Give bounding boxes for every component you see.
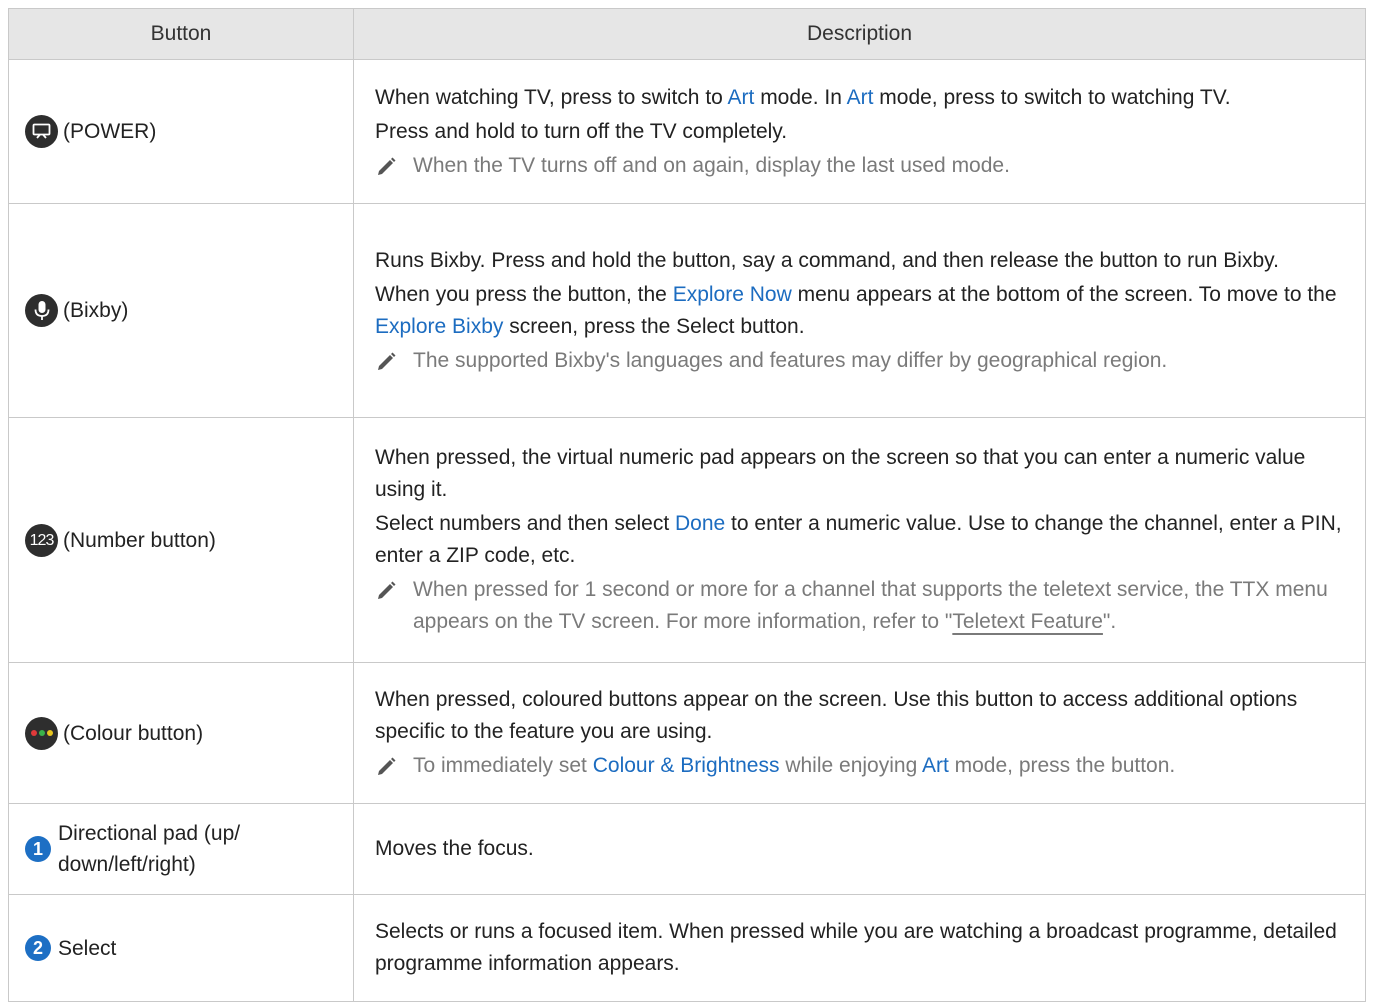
button-label: Select: [58, 936, 117, 960]
remote-buttons-table: Button Description (POWER) When watching…: [8, 8, 1366, 1002]
description-line: Runs Bixby. Press and hold the button, s…: [375, 248, 1279, 272]
power-art-icon: [25, 115, 58, 148]
table-row-colour: (Colour button) When pressed, coloured b…: [8, 662, 1366, 804]
table-row-power: (POWER) When watching TV, press to switc…: [8, 59, 1366, 204]
description-line: Select numbers and then select Done to e…: [375, 512, 1342, 567]
done-term: Done: [675, 512, 726, 535]
button-cell: 1 Directional pad (up/ down/left/right): [8, 803, 354, 895]
explore-now-term: Explore Now: [672, 282, 792, 306]
art-term: Art: [921, 754, 949, 777]
colour-dots-icon: [25, 716, 58, 750]
button-cell: (Bixby): [8, 203, 354, 418]
header-description: Description: [353, 8, 1366, 60]
description-line: When pressed, coloured buttons appear on…: [375, 688, 1298, 743]
button-label: Directional pad (up/ down/left/right): [58, 822, 241, 876]
teletext-feature-link[interactable]: Teletext Feature: [952, 610, 1103, 633]
number-two-badge-icon: 2: [25, 935, 51, 961]
description-cell: Runs Bixby. Press and hold the button, s…: [353, 203, 1366, 418]
button-label: (Colour button): [63, 721, 204, 745]
number-one-badge-icon: 1: [25, 836, 51, 862]
pencil-note-icon: [375, 150, 413, 182]
description-cell: When pressed, coloured buttons appear on…: [353, 662, 1366, 804]
art-term: Art: [727, 85, 755, 109]
note: To immediately set Colour & Brightness w…: [375, 750, 1351, 782]
table-row-dpad: 1 Directional pad (up/ down/left/right) …: [8, 803, 1366, 895]
table-row-select: 2 Select Selects or runs a focused item.…: [8, 894, 1366, 1002]
description-cell: When pressed, the virtual numeric pad ap…: [353, 417, 1366, 663]
table-row-bixby: (Bixby) Runs Bixby. Press and hold the b…: [8, 203, 1366, 418]
description-line: Moves the focus.: [375, 837, 534, 860]
table-row-number: 123 (Number button) When pressed, the vi…: [8, 417, 1366, 663]
description-cell: Selects or runs a focused item. When pre…: [353, 894, 1366, 1002]
header-button: Button: [8, 8, 354, 60]
description-line: When watching TV, press to switch to Art…: [375, 85, 1231, 109]
button-label: (Bixby): [63, 299, 129, 322]
button-label: (POWER): [63, 120, 157, 143]
note: When pressed for 1 second or more for a …: [375, 574, 1351, 638]
note: When the TV turns off and on again, disp…: [375, 150, 1351, 182]
description-cell: When watching TV, press to switch to Art…: [353, 59, 1366, 204]
art-term: Art: [846, 85, 874, 109]
button-cell: 123 (Number button): [8, 417, 354, 663]
button-cell: (Colour button): [8, 662, 354, 804]
microphone-icon: [25, 294, 58, 327]
pencil-note-icon: [375, 345, 413, 377]
button-label: (Number button): [63, 528, 216, 552]
description-line: When you press the button, the Explore N…: [375, 282, 1337, 338]
description-line: Selects or runs a focused item. When pre…: [375, 920, 1337, 975]
description-line: When pressed, the virtual numeric pad ap…: [375, 446, 1306, 501]
pencil-note-icon: [375, 574, 413, 606]
colour-brightness-term: Colour & Brightness: [592, 754, 780, 777]
note: The supported Bixby's languages and feat…: [375, 345, 1351, 377]
table-header-row: Button Description: [8, 8, 1366, 60]
explore-bixby-term: Explore Bixby: [375, 314, 504, 338]
description-line: Press and hold to turn off the TV comple…: [375, 119, 788, 143]
button-cell: (POWER): [8, 59, 354, 204]
number-123-icon: 123: [25, 523, 58, 557]
button-cell: 2 Select: [8, 894, 354, 1002]
description-cell: Moves the focus.: [353, 803, 1366, 895]
pencil-note-icon: [375, 750, 413, 782]
